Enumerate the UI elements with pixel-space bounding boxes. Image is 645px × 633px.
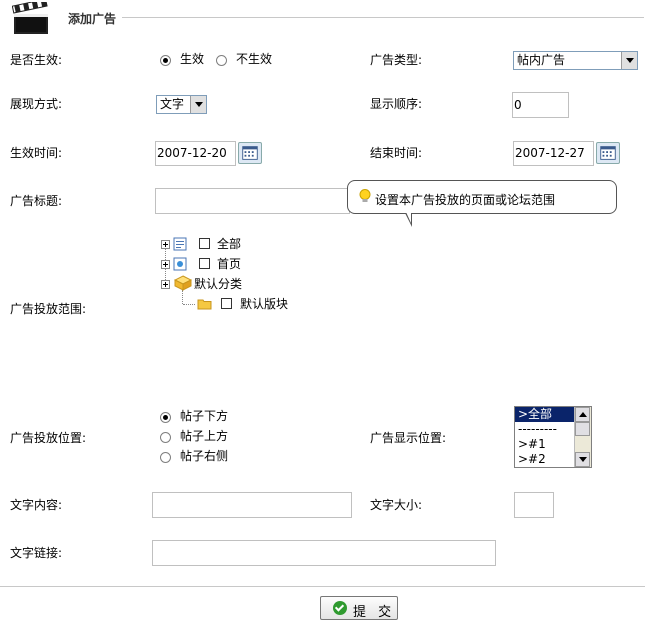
text-link-label: 文字链接:	[10, 546, 63, 560]
ad-title-label: 广告标题:	[10, 194, 63, 208]
start-time-input[interactable]: 2007-12-20	[155, 141, 236, 166]
active-label: 是否生效:	[10, 53, 63, 67]
end-time-label: 结束时间:	[370, 146, 423, 160]
active-off-radio[interactable]	[216, 55, 227, 66]
display-position-label: 广告显示位置:	[370, 431, 447, 445]
chevron-down-icon[interactable]	[621, 52, 637, 69]
text-link-input[interactable]	[152, 540, 496, 566]
position-right-label: 帖子右侧	[180, 449, 229, 463]
list-item[interactable]: >#1	[515, 437, 576, 452]
tree-expand-toggle[interactable]	[161, 280, 170, 289]
chevron-down-icon[interactable]	[190, 96, 206, 113]
clapperboard-icon	[12, 2, 48, 34]
scroll-up-icon[interactable]	[575, 407, 590, 422]
tree-item-all: 全部	[217, 237, 242, 251]
active-off-label: 不生效	[236, 52, 273, 66]
active-on-radio[interactable]	[160, 55, 171, 66]
start-time-label: 生效时间:	[10, 146, 63, 160]
home-page-icon	[173, 257, 187, 271]
ad-type-label: 广告类型:	[370, 53, 423, 67]
lightbulb-icon	[359, 189, 371, 202]
scope-label: 广告投放范围:	[10, 302, 87, 316]
scroll-down-icon[interactable]	[575, 452, 590, 467]
text-size-input[interactable]	[514, 492, 554, 518]
position-right-radio[interactable]	[160, 452, 171, 463]
text-content-label: 文字内容:	[10, 498, 63, 512]
ad-title-input[interactable]	[155, 188, 350, 214]
display-mode-select[interactable]: 文字	[156, 95, 207, 114]
page-title: 添加广告	[68, 12, 117, 26]
list-item[interactable]: >全部	[515, 407, 576, 422]
ad-type-select[interactable]: 帖内广告	[513, 51, 638, 70]
tree-checkbox-default-board[interactable]	[221, 298, 232, 309]
ad-type-value: 帖内广告	[517, 53, 566, 67]
footer-divider	[0, 586, 645, 587]
calendar-icon[interactable]	[238, 142, 262, 164]
listbox-scrollbar[interactable]	[574, 407, 591, 467]
tree-item-home: 首页	[217, 257, 242, 271]
tooltip-text: 设置本广告投放的页面或论坛范围	[375, 193, 556, 207]
position-above-radio[interactable]	[160, 432, 171, 443]
text-size-label: 文字大小:	[370, 498, 423, 512]
folder-icon	[197, 299, 212, 310]
scroll-thumb[interactable]	[575, 422, 590, 436]
tree-checkbox-all[interactable]	[199, 238, 210, 249]
submit-label: 提 交	[353, 605, 396, 620]
end-time-input[interactable]: 2007-12-27	[513, 141, 594, 166]
display-mode-label: 展现方式:	[10, 97, 63, 111]
scope-tooltip: 设置本广告投放的页面或论坛范围	[347, 180, 617, 214]
tree-expand-toggle[interactable]	[161, 260, 170, 269]
category-cube-icon	[174, 275, 192, 291]
position-above-label: 帖子上方	[180, 429, 229, 443]
tree-item-default-category: 默认分类	[194, 277, 243, 291]
tree-item-default-board: 默认版块	[240, 297, 289, 311]
page-list-icon	[173, 237, 187, 251]
list-item[interactable]: ---------	[515, 422, 576, 437]
tree-expand-toggle[interactable]	[161, 240, 170, 249]
active-on-label: 生效	[180, 52, 205, 66]
position-label: 广告投放位置:	[10, 431, 87, 445]
calendar-icon[interactable]	[596, 142, 620, 164]
display-position-listbox[interactable]: >全部 --------- >#1 >#2	[514, 406, 592, 468]
position-below-label: 帖子下方	[180, 409, 229, 423]
position-below-radio[interactable]	[160, 412, 171, 423]
header-divider	[122, 17, 644, 18]
display-order-input[interactable]: 0	[512, 92, 569, 118]
list-item[interactable]: >#2	[515, 452, 576, 467]
submit-button[interactable]: 提 交	[320, 596, 398, 620]
text-content-input[interactable]	[152, 492, 352, 518]
display-order-label: 显示顺序:	[370, 97, 423, 111]
tree-checkbox-home[interactable]	[199, 258, 210, 269]
check-circle-icon	[333, 601, 347, 615]
tooltip-tail-inner	[406, 212, 411, 223]
display-mode-value: 文字	[160, 97, 185, 111]
